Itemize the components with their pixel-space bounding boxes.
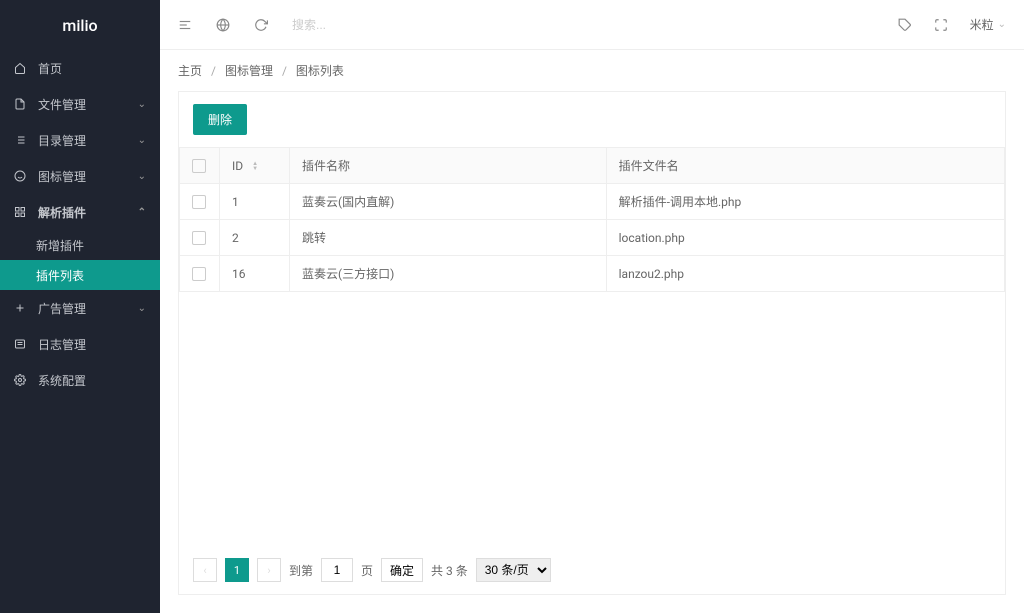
brand-logo: milio xyxy=(0,0,160,50)
sidebar-item-file[interactable]: 文件管理 ⌄ xyxy=(0,86,160,122)
topbar-right: 米粒 ⌄ xyxy=(898,16,1006,33)
page-number-button[interactable]: 1 xyxy=(225,558,249,582)
sidebar-item-label: 目录管理 xyxy=(38,132,138,149)
breadcrumb: 主页 / 图标管理 / 图标列表 xyxy=(160,50,1024,91)
chevron-down-icon: ⌄ xyxy=(138,303,146,314)
row-checkbox[interactable] xyxy=(192,195,206,209)
sidebar-item-label: 解析插件 xyxy=(38,204,138,221)
table-row[interactable]: 1 蓝奏云(国内直解) 解析插件-调用本地.php xyxy=(180,184,1005,220)
sidebar-item-label: 首页 xyxy=(38,60,146,77)
jump-page-input[interactable] xyxy=(321,558,353,582)
main: 米粒 ⌄ 主页 / 图标管理 / 图标列表 删除 ID xyxy=(160,0,1024,613)
plus-icon xyxy=(14,302,28,314)
chevron-down-icon: ⌄ xyxy=(138,99,146,110)
fullscreen-icon[interactable] xyxy=(934,18,948,32)
col-id[interactable]: ID ▲▼ xyxy=(220,148,290,184)
user-menu[interactable]: 米粒 ⌄ xyxy=(970,16,1006,33)
col-file: 插件文件名 xyxy=(606,148,1004,184)
select-all-checkbox[interactable] xyxy=(192,159,206,173)
content-panel: 删除 ID ▲▼ 插件名称 插件文件名 xyxy=(178,91,1006,595)
cell-name: 蓝奏云(国内直解) xyxy=(290,184,607,220)
plugin-icon xyxy=(14,206,28,218)
cell-file: 解析插件-调用本地.php xyxy=(606,184,1004,220)
cell-file: lanzou2.php xyxy=(606,256,1004,292)
chevron-down-icon: ⌄ xyxy=(998,19,1006,30)
cell-name: 蓝奏云(三方接口) xyxy=(290,256,607,292)
cell-file: location.php xyxy=(606,220,1004,256)
sidebar-item-label: 图标管理 xyxy=(38,168,138,185)
total-label: 共 3 条 xyxy=(431,562,468,579)
table-row[interactable]: 2 跳转 location.php xyxy=(180,220,1005,256)
sidebar-subitem-label: 插件列表 xyxy=(36,267,84,284)
face-icon xyxy=(14,170,28,182)
chevron-down-icon: ⌄ xyxy=(138,135,146,146)
refresh-icon[interactable] xyxy=(254,18,268,32)
sidebar-item-label: 日志管理 xyxy=(38,336,146,353)
breadcrumb-section[interactable]: 图标管理 xyxy=(225,64,273,78)
sidebar-subitem-plugin-list[interactable]: 插件列表 xyxy=(0,260,160,290)
breadcrumb-sep: / xyxy=(282,64,287,78)
breadcrumb-home[interactable]: 主页 xyxy=(178,64,202,78)
sidebar-subitem-label: 新增插件 xyxy=(36,237,84,254)
sidebar-item-system[interactable]: 系统配置 xyxy=(0,362,160,398)
menu-toggle-icon[interactable] xyxy=(178,18,192,32)
log-icon xyxy=(14,338,28,350)
user-name-label: 米粒 xyxy=(970,16,994,33)
breadcrumb-sep: / xyxy=(211,64,216,78)
table-row[interactable]: 16 蓝奏云(三方接口) lanzou2.php xyxy=(180,256,1005,292)
topbar-left xyxy=(178,14,412,36)
col-name-label: 插件名称 xyxy=(302,159,350,173)
sidebar: milio 首页 文件管理 ⌄ 目录管理 ⌄ 图标管理 ⌄ xyxy=(0,0,160,613)
search-input[interactable] xyxy=(292,14,412,36)
sidebar-item-directory[interactable]: 目录管理 ⌄ xyxy=(0,122,160,158)
topbar: 米粒 ⌄ xyxy=(160,0,1024,50)
jump-label: 到第 xyxy=(289,562,313,579)
col-checkbox xyxy=(180,148,220,184)
sidebar-item-icon-mgmt[interactable]: 图标管理 ⌄ xyxy=(0,158,160,194)
data-table: ID ▲▼ 插件名称 插件文件名 1 蓝奏云(国内直解) 解析插件-调用本地.p… xyxy=(179,147,1005,292)
cell-id: 1 xyxy=(220,184,290,220)
page-size-select[interactable]: 30 条/页 xyxy=(476,558,551,582)
sidebar-item-ads[interactable]: 广告管理 ⌄ xyxy=(0,290,160,326)
row-checkbox[interactable] xyxy=(192,267,206,281)
prev-page-button[interactable]: ‹ xyxy=(193,558,217,582)
delete-button[interactable]: 删除 xyxy=(193,104,247,135)
tag-icon[interactable] xyxy=(898,18,912,32)
col-id-label: ID xyxy=(232,159,243,173)
list-icon xyxy=(14,134,28,146)
pagination: ‹ 1 › 到第 页 确定 共 3 条 30 条/页 xyxy=(179,546,1005,594)
nav: 首页 文件管理 ⌄ 目录管理 ⌄ 图标管理 ⌄ 解析插件 ⌃ xyxy=(0,50,160,613)
col-file-label: 插件文件名 xyxy=(619,159,679,173)
sidebar-subitem-new-plugin[interactable]: 新增插件 xyxy=(0,230,160,260)
next-page-button[interactable]: › xyxy=(257,558,281,582)
chevron-up-icon: ⌃ xyxy=(138,207,146,218)
row-checkbox[interactable] xyxy=(192,231,206,245)
gear-icon xyxy=(14,374,28,386)
sidebar-item-logs[interactable]: 日志管理 xyxy=(0,326,160,362)
sidebar-item-home[interactable]: 首页 xyxy=(0,50,160,86)
cell-id: 16 xyxy=(220,256,290,292)
breadcrumb-page: 图标列表 xyxy=(296,64,344,78)
sort-icon: ▲▼ xyxy=(252,161,258,171)
cell-name: 跳转 xyxy=(290,220,607,256)
cell-id: 2 xyxy=(220,220,290,256)
page-unit-label: 页 xyxy=(361,562,373,579)
content-header: 删除 xyxy=(179,92,1005,147)
sidebar-item-label: 广告管理 xyxy=(38,300,138,317)
sidebar-item-plugin[interactable]: 解析插件 ⌃ xyxy=(0,194,160,230)
col-name: 插件名称 xyxy=(290,148,607,184)
table-header-row: ID ▲▼ 插件名称 插件文件名 xyxy=(180,148,1005,184)
jump-confirm-button[interactable]: 确定 xyxy=(381,558,423,582)
file-icon xyxy=(14,98,28,110)
sidebar-item-label: 系统配置 xyxy=(38,372,146,389)
globe-icon[interactable] xyxy=(216,18,230,32)
home-icon xyxy=(14,62,28,74)
sidebar-item-label: 文件管理 xyxy=(38,96,138,113)
chevron-down-icon: ⌄ xyxy=(138,171,146,182)
